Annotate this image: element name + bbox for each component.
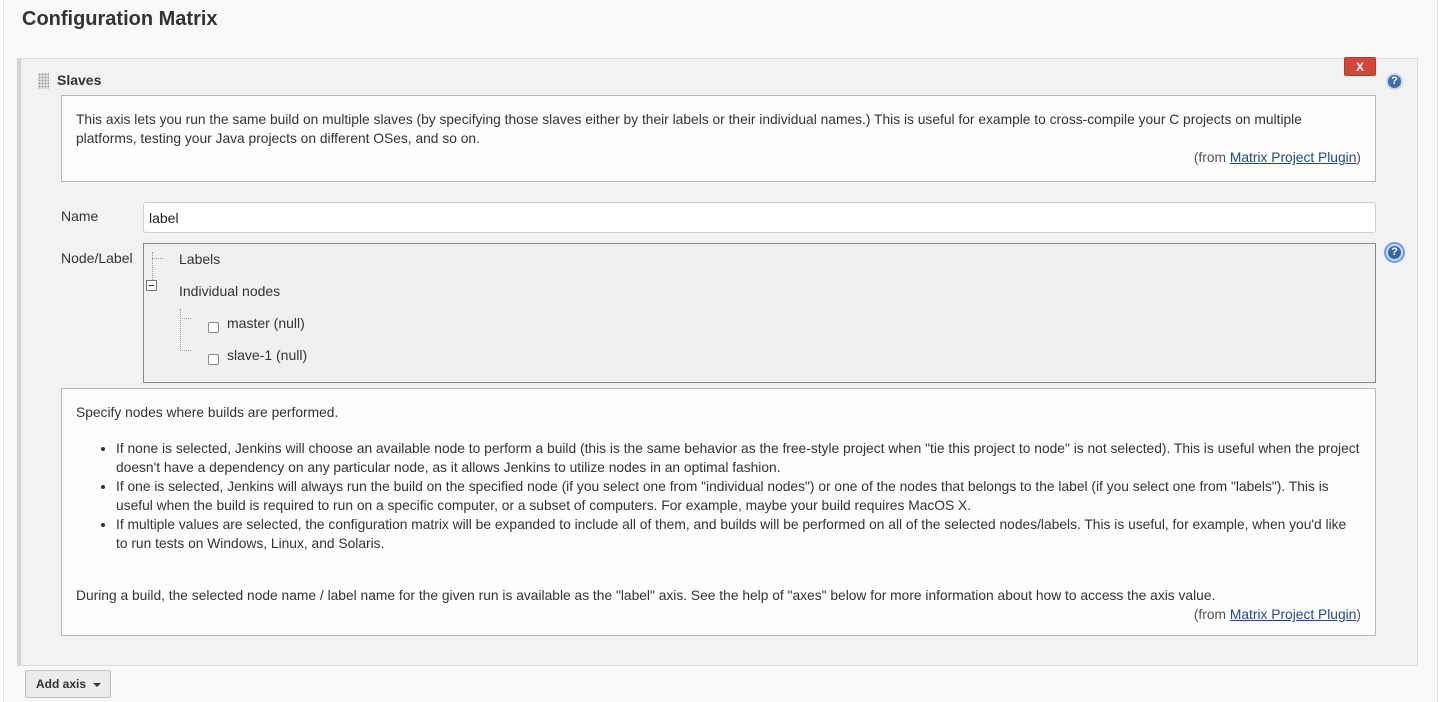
axis-description-text: This axis lets you run the same build on… [76, 112, 1302, 146]
node-slave-1-checkbox[interactable] [208, 354, 219, 365]
add-axis-label: Add axis [36, 677, 87, 691]
tree-connector [152, 252, 153, 282]
tree-connector [180, 318, 191, 319]
node-label-help-icon[interactable]: ? [1384, 242, 1405, 263]
axis-description-box: This axis lets you run the same build on… [61, 95, 1376, 182]
name-label: Name [61, 208, 99, 224]
name-input[interactable] [143, 202, 1376, 233]
axis-title: Slaves [57, 72, 102, 88]
section-title: Configuration Matrix [22, 8, 218, 30]
node-slave-1-label: slave-1 (null) [227, 347, 308, 363]
node-help-footer: During a build, the selected node name /… [76, 588, 1216, 603]
tree-item-labels[interactable]: Labels [179, 251, 220, 267]
matrix-plugin-link[interactable]: Matrix Project Plugin [1230, 607, 1357, 622]
node-help-intro: Specify nodes where builds are performed… [76, 405, 339, 420]
node-label-label: Node/Label [61, 250, 133, 266]
from-suffix: ) [1356, 607, 1361, 622]
tree-connector [152, 258, 163, 259]
chevron-down-icon [93, 683, 101, 687]
node-help-list: If none is selected, Jenkins will choose… [76, 439, 1361, 553]
node-help-box: Specify nodes where builds are performed… [61, 388, 1376, 636]
axis-description-source: (from Matrix Project Plugin) [76, 148, 1361, 167]
tree-item-individual-nodes[interactable]: Individual nodes [179, 283, 280, 299]
collapse-toggle-icon[interactable] [146, 280, 157, 291]
from-suffix: ) [1356, 150, 1361, 165]
add-axis-button[interactable]: Add axis [25, 670, 111, 698]
node-master-label: master (null) [227, 315, 305, 331]
node-help-source: (from Matrix Project Plugin) [76, 605, 1361, 624]
tree-connector [180, 350, 191, 351]
axis-help-icon[interactable]: ? [1386, 73, 1403, 90]
matrix-plugin-link[interactable]: Matrix Project Plugin [1230, 150, 1357, 165]
from-prefix: (from [1193, 150, 1230, 165]
node-master-checkbox[interactable] [208, 322, 219, 333]
list-item: If one is selected, Jenkins will always … [116, 477, 1361, 515]
drag-handle-icon[interactable] [38, 73, 49, 89]
list-item: If none is selected, Jenkins will choose… [116, 439, 1361, 477]
node-label-tree [143, 243, 1376, 383]
delete-axis-button[interactable]: X [1344, 57, 1376, 76]
list-item: If multiple values are selected, the con… [116, 515, 1361, 553]
tree-connector [180, 309, 181, 351]
from-prefix: (from [1193, 607, 1230, 622]
